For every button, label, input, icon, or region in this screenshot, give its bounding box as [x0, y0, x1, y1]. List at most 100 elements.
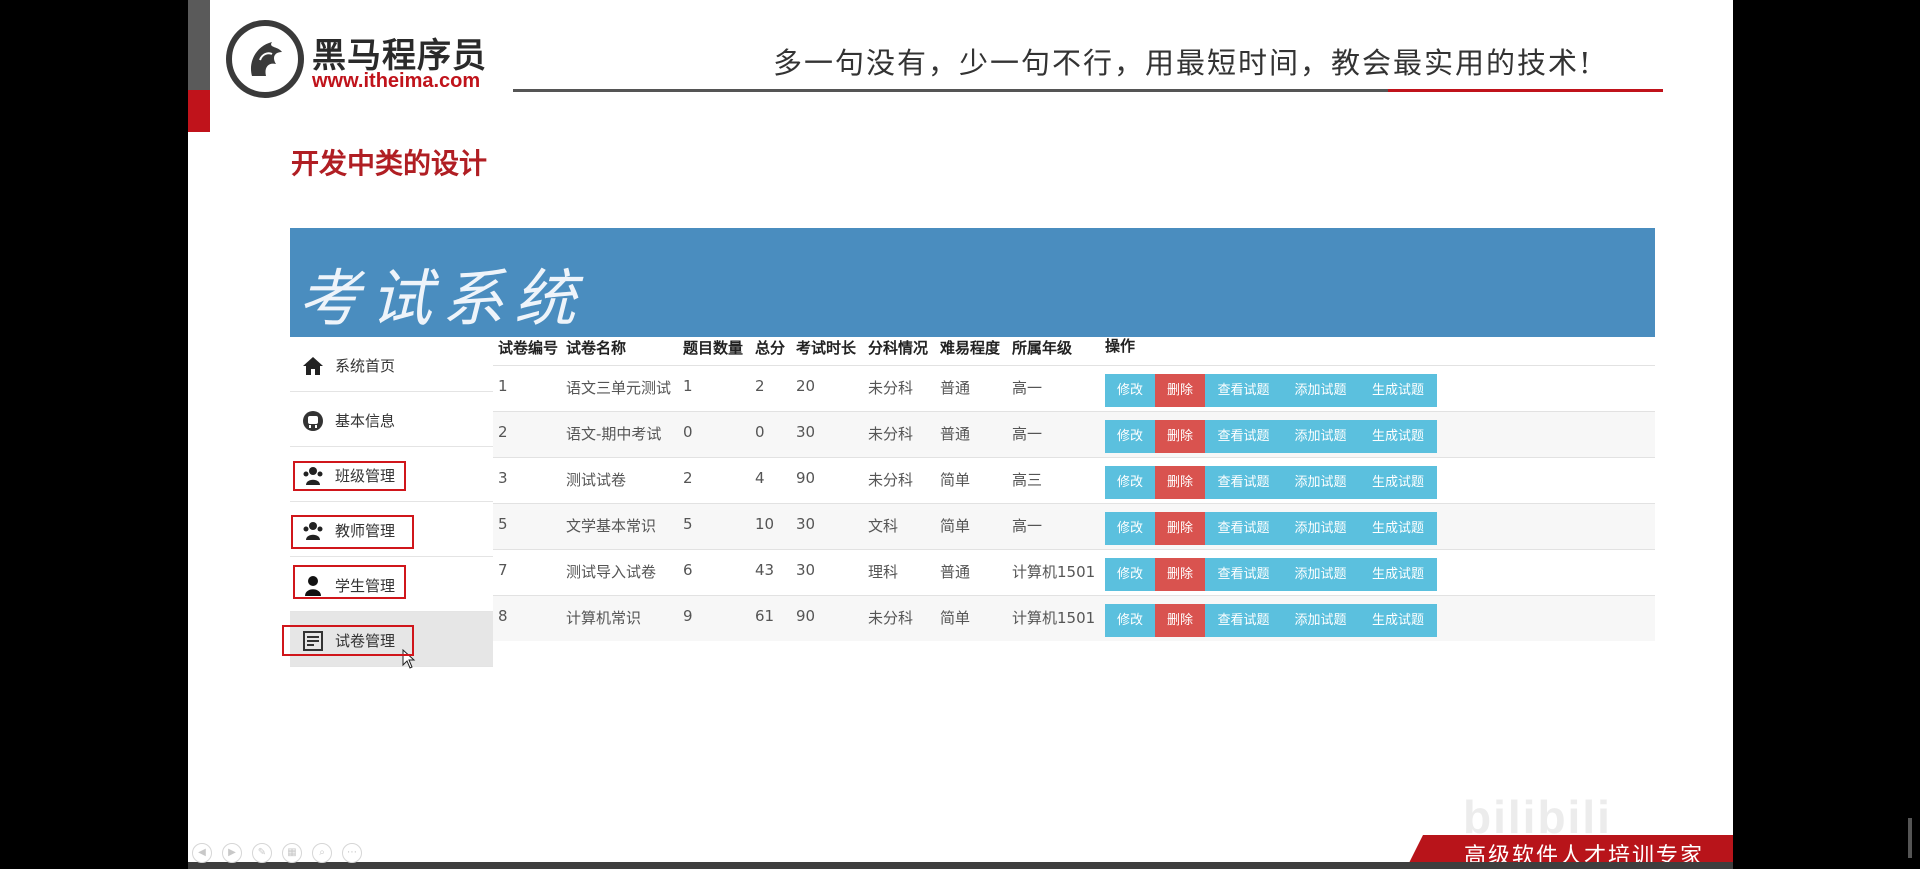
cell-grade: 高一 — [1012, 379, 1043, 397]
edit-button[interactable]: 修改 — [1105, 604, 1155, 637]
cell-grade: 计算机1501 — [1012, 563, 1096, 581]
cell-id: 1 — [498, 377, 508, 395]
table-row: 8 计算机常识 9 61 90 未分科 简单 计算机1501 修改 删除 查看试… — [493, 595, 1655, 641]
column-header: 题目数量 — [683, 339, 744, 357]
scrollbar-indicator — [1908, 818, 1912, 858]
generate-questions-button[interactable]: 生成试题 — [1359, 420, 1437, 453]
view-questions-button[interactable]: 查看试题 — [1205, 420, 1282, 453]
highlight-box-teacher — [291, 515, 414, 549]
column-header: 操作 — [1105, 337, 1136, 355]
delete-button[interactable]: 删除 — [1155, 512, 1205, 545]
horse-logo-icon — [226, 20, 304, 98]
cell-duration: 30 — [796, 423, 816, 441]
cell-subject: 未分科 — [868, 609, 914, 627]
highlight-box-class — [293, 461, 406, 491]
cell-score: 2 — [755, 377, 765, 395]
cell-subject: 文科 — [868, 517, 899, 535]
cell-score: 0 — [755, 423, 765, 441]
add-questions-button[interactable]: 添加试题 — [1282, 466, 1359, 499]
delete-button[interactable]: 删除 — [1155, 374, 1205, 407]
next-slide-icon[interactable]: ▶ — [222, 843, 242, 863]
edit-button[interactable]: 修改 — [1105, 558, 1155, 591]
cell-count: 2 — [683, 469, 693, 487]
add-questions-button[interactable]: 添加试题 — [1282, 512, 1359, 545]
cell-subject: 未分科 — [868, 379, 914, 397]
view-questions-button[interactable]: 查看试题 — [1205, 512, 1282, 545]
edit-button[interactable]: 修改 — [1105, 420, 1155, 453]
add-questions-button[interactable]: 添加试题 — [1282, 374, 1359, 407]
zoom-icon[interactable]: ⌕ — [312, 843, 332, 863]
cell-subject: 未分科 — [868, 425, 914, 443]
delete-button[interactable]: 删除 — [1155, 604, 1205, 637]
edit-button[interactable]: 修改 — [1105, 466, 1155, 499]
cell-name: 计算机常识 — [566, 609, 642, 627]
edit-button[interactable]: 修改 — [1105, 374, 1155, 407]
delete-button[interactable]: 删除 — [1155, 558, 1205, 591]
app-header: 考试系统 — [290, 228, 1655, 337]
cell-id: 2 — [498, 423, 508, 441]
bottom-border — [188, 862, 1733, 869]
cell-score: 10 — [755, 515, 775, 533]
generate-questions-button[interactable]: 生成试题 — [1359, 374, 1437, 407]
brand-logo: 黑马程序员 www.itheima.com — [226, 20, 496, 98]
cell-id: 8 — [498, 607, 508, 625]
cell-grade: 计算机1501 — [1012, 609, 1096, 627]
cell-duration: 30 — [796, 515, 816, 533]
view-questions-button[interactable]: 查看试题 — [1205, 466, 1282, 499]
cell-count: 6 — [683, 561, 693, 579]
previous-slide-icon[interactable]: ◀ — [192, 843, 212, 863]
pen-icon[interactable]: ✎ — [252, 843, 272, 863]
cell-name: 语文-期中考试 — [566, 425, 662, 443]
cell-name: 文学基本常识 — [566, 517, 657, 535]
cell-name: 测试导入试卷 — [566, 563, 657, 581]
view-questions-button[interactable]: 查看试题 — [1205, 558, 1282, 591]
sidebar-item-label: 基本信息 — [335, 412, 396, 430]
delete-button[interactable]: 删除 — [1155, 420, 1205, 453]
cell-duration: 90 — [796, 469, 816, 487]
highlight-box-paper — [282, 625, 414, 656]
table-row: 3 测试试卷 2 4 90 未分科 简单 高三 修改 删除 查看试题 添加试题 … — [493, 457, 1655, 503]
view-questions-button[interactable]: 查看试题 — [1205, 604, 1282, 637]
cell-subject: 理科 — [868, 563, 899, 581]
cell-count: 1 — [683, 377, 693, 395]
sidebar: 系统首页 基本信息 班级管理 教师管理 学生管理 试卷管理 — [290, 337, 493, 669]
cell-name: 语文三单元测试 — [566, 379, 672, 397]
cell-id: 7 — [498, 561, 508, 579]
cell-duration: 90 — [796, 607, 816, 625]
view-questions-button[interactable]: 查看试题 — [1205, 374, 1282, 407]
slide-title: 开发中类的设计 — [291, 147, 488, 180]
column-header: 总分 — [755, 339, 786, 357]
slogan: 多一句没有，少一句不行，用最短时间，教会最实用的技术! — [773, 46, 1593, 80]
home-icon — [303, 357, 323, 375]
cell-difficulty: 普通 — [940, 379, 971, 397]
column-header: 试卷编号 — [498, 339, 559, 357]
cell-grade: 高三 — [1012, 471, 1043, 489]
sidebar-item-home[interactable]: 系统首页 — [290, 337, 493, 392]
sidebar-item-basic-info[interactable]: 基本信息 — [290, 392, 493, 447]
brand-url: www.itheima.com — [312, 70, 481, 92]
cell-count: 0 — [683, 423, 693, 441]
info-circle-icon — [303, 411, 323, 431]
generate-questions-button[interactable]: 生成试题 — [1359, 466, 1437, 499]
more-options-icon[interactable]: ⋯ — [342, 843, 362, 863]
column-header: 所属年级 — [1012, 339, 1073, 357]
generate-questions-button[interactable]: 生成试题 — [1359, 604, 1437, 637]
cell-subject: 未分科 — [868, 471, 914, 489]
delete-button[interactable]: 删除 — [1155, 466, 1205, 499]
generate-questions-button[interactable]: 生成试题 — [1359, 558, 1437, 591]
add-questions-button[interactable]: 添加试题 — [1282, 604, 1359, 637]
column-header: 难易程度 — [940, 339, 1001, 357]
generate-questions-button[interactable]: 生成试题 — [1359, 512, 1437, 545]
add-questions-button[interactable]: 添加试题 — [1282, 558, 1359, 591]
column-header: 分科情况 — [868, 339, 929, 357]
cell-id: 3 — [498, 469, 508, 487]
edit-button[interactable]: 修改 — [1105, 512, 1155, 545]
cell-score: 43 — [755, 561, 775, 579]
pages-icon[interactable]: ▦ — [282, 843, 302, 863]
left-accent-bar-red — [188, 90, 210, 132]
left-accent-bar — [188, 0, 210, 90]
add-questions-button[interactable]: 添加试题 — [1282, 420, 1359, 453]
cell-difficulty: 简单 — [940, 517, 971, 535]
exam-system-app: 考试系统 系统首页 基本信息 班级管理 教师管理 学生管理 试卷管理 试卷编号 … — [282, 228, 1655, 669]
table-row: 7 测试导入试卷 6 43 30 理科 普通 计算机1501 修改 删除 查看试… — [493, 549, 1655, 595]
